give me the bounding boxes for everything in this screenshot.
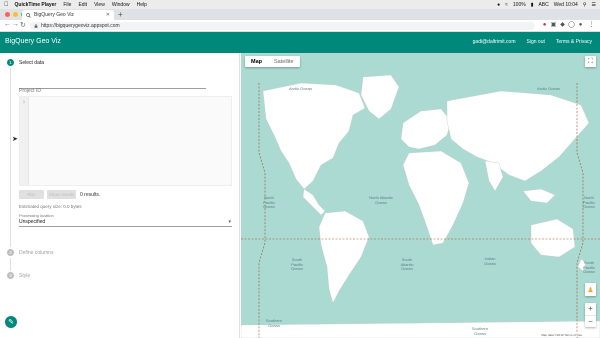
map-type-control: Map Satellite [245, 56, 300, 67]
back-icon[interactable]: ← [4, 21, 11, 28]
wifi-icon[interactable]: ≈ [505, 2, 508, 8]
map-view[interactable]: Arctic Ocean North Pacific Ocean North A… [241, 53, 600, 338]
step-connector [10, 68, 11, 247]
run-button[interactable]: Run [19, 190, 44, 199]
wrench-icon: ✎ [8, 319, 14, 326]
new-tab-icon[interactable]: + [118, 10, 123, 19]
minimize-window-icon[interactable] [13, 12, 18, 17]
battery-percent[interactable]: 100% [513, 2, 526, 8]
mouse-cursor-icon: ➤ [12, 136, 18, 143]
screen-record-icon[interactable]: ● [497, 2, 500, 8]
step-label: Select data [19, 59, 45, 66]
fullscreen-button[interactable]: ⛶ [585, 56, 596, 67]
step-define-columns[interactable]: 2 Define columns [7, 249, 53, 256]
menu-window[interactable]: Window [112, 2, 130, 8]
ocean-label: North Atlantic Ocean [369, 195, 393, 205]
step-label: Define columns [19, 249, 54, 256]
step-number: 2 [7, 249, 14, 256]
search-icon [26, 12, 31, 18]
terms-privacy-link[interactable]: Terms & Privacy [556, 39, 592, 45]
lock-icon [34, 24, 38, 28]
step-connector [10, 258, 11, 271]
map-attribution[interactable]: Map data ©2019 Terms of Use [539, 333, 584, 337]
menu-view[interactable]: View [94, 2, 105, 8]
world-map [241, 74, 600, 338]
user-email: gadi@daltrimit.com [472, 39, 516, 45]
zoom-control: + − [585, 303, 596, 327]
extension-icon-3[interactable]: ◯ [568, 22, 575, 29]
processing-location-label: Processing location [19, 213, 54, 218]
app-header: BigQuery Geo Viz gadi@daltrimit.com Sign… [0, 32, 600, 53]
steps-panel: 1 Select data 1 Run Show results 0 resul… [0, 53, 240, 338]
ocean-label: South Atlantic Ocean [400, 257, 414, 271]
menu-edit[interactable]: Edit [78, 2, 87, 8]
extension-icon[interactable]: ▣ [550, 22, 557, 29]
zoom-out-button[interactable]: − [585, 314, 596, 328]
battery-icon[interactable]: ▮ [531, 2, 534, 8]
ocean-label: North Pacific Ocean [583, 195, 595, 209]
tab-map[interactable]: Map [245, 56, 268, 67]
ocean-label: Indian Ocean [484, 256, 496, 266]
project-id-input[interactable] [19, 88, 206, 94]
ocean-label: North Pacific Ocean [263, 195, 275, 209]
profile-avatar-icon[interactable]: ● [577, 22, 584, 29]
zoom-in-button[interactable]: + [585, 303, 596, 315]
street-view-pegman-icon[interactable]: ♟ [585, 283, 596, 296]
step-number: 1 [7, 59, 14, 66]
apple-icon[interactable]:  [4, 2, 9, 8]
browser-tab-bar: BigQuery Geo Viz ✕ + [0, 9, 600, 20]
adblock-icon[interactable]: ● [541, 22, 548, 29]
sign-out-link[interactable]: Sign out [527, 39, 545, 45]
ocean-label: Arctic Ocean [289, 86, 312, 91]
ocean-label: South Pacific Ocean [583, 260, 595, 274]
step-number: 3 [7, 272, 14, 279]
close-window-icon[interactable] [5, 12, 10, 17]
clock[interactable]: Wed 10:04 [554, 2, 578, 8]
forward-icon[interactable]: → [12, 21, 19, 28]
editor-gutter: 1 [20, 97, 29, 185]
ocean-label: South Pacific Ocean [291, 257, 303, 271]
extension-icon-2[interactable]: ◆ [559, 22, 566, 29]
browser-menu-icon[interactable]: ⋮ [588, 22, 595, 29]
ocean-label: Southern Ocean [471, 326, 489, 336]
address-bar[interactable]: https://bigquerygeoviz.appspot.com [30, 22, 535, 30]
show-results-button[interactable]: Show results [47, 190, 76, 199]
menu-file[interactable]: File [63, 2, 71, 8]
ocean-label: Southern Ocean [265, 318, 283, 328]
tab-satellite[interactable]: Satellite [268, 56, 300, 67]
processing-location-select[interactable]: Unspecified ▾ [19, 219, 232, 227]
fullscreen-icon: ⛶ [588, 57, 593, 65]
project-id-field[interactable] [19, 79, 206, 94]
query-size-estimate: Estimated query size: 0.0 bytes [19, 204, 82, 209]
menu-help[interactable]: Help [137, 2, 147, 8]
chevron-down-icon: ▾ [228, 219, 231, 225]
sql-editor[interactable]: 1 [19, 96, 232, 186]
browser-tab[interactable]: BigQuery Geo Viz ✕ [22, 10, 114, 20]
tab-title: BigQuery Geo Viz [34, 12, 74, 18]
step-select-data[interactable]: 1 Select data [7, 59, 44, 66]
close-tab-icon[interactable]: ✕ [106, 12, 110, 18]
step-style[interactable]: 3 Style [7, 272, 30, 279]
step-label: Style [19, 272, 31, 279]
spotlight-icon[interactable]: ⚲ [583, 2, 587, 8]
app-title: BigQuery Geo Viz [5, 38, 61, 45]
share-fab-button[interactable]: ✎ [5, 316, 17, 328]
input-source[interactable]: ABC [538, 2, 548, 8]
macos-menubar:  QuickTime Player File Edit View Window… [0, 0, 600, 9]
results-count: 0 results. [80, 191, 101, 198]
menubar-app-name[interactable]: QuickTime Player [15, 2, 57, 8]
ocean-label: Arctic Ocean [537, 86, 560, 91]
processing-location-value: Unspecified [19, 219, 46, 225]
url-text: https://bigquerygeoviz.appspot.com [41, 23, 120, 29]
browser-toolbar: ← → ↻ https://bigquerygeoviz.appspot.com… [0, 20, 600, 32]
reload-icon[interactable]: ↻ [20, 21, 26, 29]
notification-center-icon[interactable]: ☰ [592, 2, 596, 8]
